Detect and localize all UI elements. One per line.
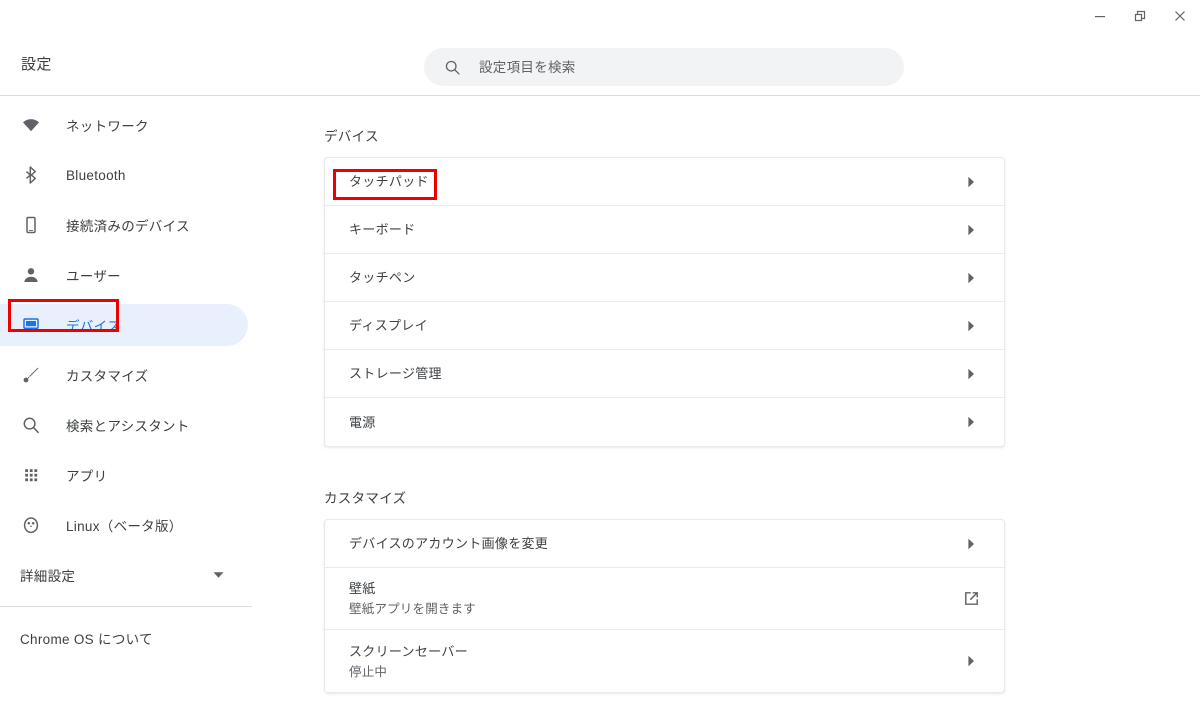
- sidebar-item-label: 接続済みのデバイス: [66, 219, 190, 234]
- row-label: キーボード: [349, 222, 416, 237]
- external-link-icon[interactable]: [954, 590, 988, 607]
- row-label: 電源: [349, 414, 376, 430]
- row-text: スクリーンセーバー 停止中: [349, 642, 954, 681]
- row-text: 電源: [349, 413, 954, 432]
- search-icon: [444, 59, 461, 76]
- settings-main-content: デバイスタッチパッド キーボードタッチペンディスプレイ ストレージ管理 電源カスタマイ…: [300, 96, 1200, 702]
- settings-row[interactable]: デバイスのアカウント画像を変更: [325, 520, 1004, 568]
- settings-row[interactable]: キーボード: [325, 206, 1004, 254]
- settings-row[interactable]: タッチペン: [325, 254, 1004, 302]
- settings-row[interactable]: スクリーンセーバー 停止中: [325, 630, 1004, 692]
- row-text: 壁紙壁紙アプリを開きます: [349, 579, 954, 618]
- sidebar-item-apps[interactable]: アプリ: [0, 454, 300, 496]
- sidebar-item-about[interactable]: Chrome OS について: [0, 617, 300, 659]
- sidebar-item-label: ユーザー: [66, 269, 121, 284]
- row-label: スクリーンセーバー: [349, 643, 468, 659]
- sidebar-divider: [0, 606, 252, 607]
- window-titlebar: [0, 0, 1200, 32]
- row-sublabel: 壁紙アプリを開きます: [349, 602, 477, 616]
- settings-row[interactable]: ディスプレイ: [325, 302, 1004, 350]
- sidebar-item-device[interactable]: デバイス: [0, 304, 300, 346]
- row-text: タッチペン: [349, 268, 954, 287]
- row-label: デバイスのアカウント画像を変更: [349, 536, 549, 551]
- row-text: キーボード: [349, 220, 954, 239]
- row-label: 壁紙: [349, 581, 376, 596]
- sidebar-item-label: カスタマイズ: [66, 369, 149, 384]
- settings-sidebar: ネットワーク Bluetooth 接続済みのデバイス ユーザーデバイスカスタマイズ検索…: [0, 96, 300, 702]
- sidebar-item-label: デバイス: [66, 319, 121, 334]
- chevron-right-icon[interactable]: [954, 176, 988, 188]
- sidebar-item-bluetooth[interactable]: Bluetooth: [0, 154, 300, 196]
- person-icon: [20, 264, 42, 286]
- chevron-right-icon[interactable]: [954, 655, 988, 667]
- settings-card-customize: デバイスのアカウント画像を変更 壁紙 壁紙アプリを開きます スクリーンセーバー 停止中: [324, 519, 1005, 693]
- sidebar-item-label: Bluetooth: [66, 167, 126, 183]
- sidebar-item-label: 検索とアシスタント: [66, 419, 190, 434]
- wifi-icon: [20, 114, 42, 136]
- restore-icon: [1134, 10, 1145, 21]
- close-icon: [1175, 11, 1185, 21]
- apps-grid-icon: [20, 464, 42, 486]
- row-text: ディスプレイ: [349, 316, 954, 335]
- row-label: ストレージ管理: [349, 366, 442, 381]
- chevron-right-icon[interactable]: [954, 224, 988, 236]
- search-box[interactable]: [424, 48, 904, 86]
- row-label: ディスプレイ: [349, 318, 428, 333]
- sidebar-item-label: 詳細設定: [20, 569, 76, 584]
- chevron-right-icon[interactable]: [954, 368, 988, 380]
- search-icon: [20, 414, 42, 436]
- row-text: ストレージ管理: [349, 364, 954, 383]
- settings-row[interactable]: 電源: [325, 398, 1004, 446]
- row-sublabel: 停止中: [349, 664, 388, 679]
- sidebar-item-users[interactable]: ユーザー: [0, 254, 300, 296]
- bluetooth-icon: [20, 164, 42, 186]
- section-title-device: デバイス: [324, 129, 379, 144]
- sidebar-item-connected[interactable]: 接続済みのデバイス: [0, 204, 300, 246]
- penguin-icon: [20, 514, 42, 536]
- row-text: タッチパッド: [349, 172, 954, 191]
- chevron-right-icon[interactable]: [954, 416, 988, 428]
- sidebar-item-network[interactable]: ネットワーク: [0, 104, 300, 146]
- sidebar-item-label: Linux（ベータ版）: [66, 519, 183, 534]
- sidebar-item-label: アプリ: [66, 469, 108, 484]
- search-input[interactable]: [479, 59, 879, 75]
- page-title: 設定: [21, 56, 52, 73]
- window-minimize-button[interactable]: [1080, 0, 1120, 32]
- sidebar-item-label: ネットワーク: [66, 119, 149, 134]
- sidebar-item-label: Chrome OS について: [20, 632, 153, 647]
- row-label: タッチペン: [349, 270, 416, 285]
- brush-icon: [20, 364, 42, 386]
- chevron-right-icon[interactable]: [954, 320, 988, 332]
- row-text: デバイスのアカウント画像を変更: [349, 534, 954, 553]
- settings-row[interactable]: 壁紙壁紙アプリを開きます: [325, 568, 1004, 630]
- row-label: タッチパッド: [349, 174, 429, 189]
- settings-row[interactable]: タッチパッド: [325, 158, 1004, 206]
- phone-icon: [20, 214, 42, 236]
- sidebar-item-advanced[interactable]: 詳細設定: [0, 554, 248, 596]
- laptop-icon: [20, 314, 42, 336]
- settings-card-device: タッチパッド キーボードタッチペンディスプレイ ストレージ管理 電源: [324, 157, 1005, 447]
- section-title-customize: カスタマイズ: [324, 491, 407, 506]
- settings-row[interactable]: ストレージ管理: [325, 350, 1004, 398]
- sidebar-item-linux[interactable]: Linux（ベータ版）: [0, 504, 300, 546]
- minimize-icon: [1095, 16, 1105, 18]
- sidebar-item-search[interactable]: 検索とアシスタント: [0, 404, 300, 446]
- chevron-right-icon[interactable]: [954, 272, 988, 284]
- chevron-right-icon[interactable]: [954, 538, 988, 550]
- window-close-button[interactable]: [1160, 0, 1200, 32]
- window-restore-button[interactable]: [1120, 0, 1160, 32]
- sidebar-item-customize[interactable]: カスタマイズ: [0, 354, 300, 396]
- chevron-down-icon: [213, 572, 224, 579]
- app-header: 設定: [0, 32, 1200, 95]
